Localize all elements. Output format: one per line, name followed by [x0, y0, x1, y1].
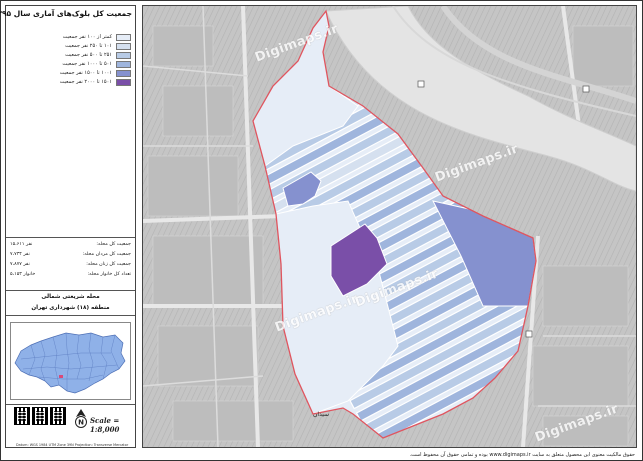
stat-label: جمعیت کل محله:: [96, 241, 131, 247]
legend-item: ۱۰۰۱ تا ۱۵۰۰ نفر جمعیت: [60, 69, 131, 77]
stat-label: تعداد کل خانوار محله:: [87, 271, 131, 277]
map-canvas: [143, 6, 636, 447]
qr-code: [14, 407, 30, 425]
stat-value: ۵،۱۵۳ خانوار: [10, 271, 36, 277]
legend-swatch: [116, 51, 131, 59]
divider: [6, 237, 135, 238]
scale-text: Scale = 1:8,000: [90, 416, 120, 434]
stat-value: ۷،۸۷۷ نفر: [10, 261, 30, 267]
qr-code: [50, 407, 66, 425]
legend-swatch: [116, 69, 131, 77]
legend-label: ۱۰۱ تا ۲۵۰ نفر جمعیت: [65, 43, 112, 49]
divider: [6, 290, 135, 291]
legend-swatch: [116, 78, 131, 86]
north-arrow-icon: N: [75, 409, 87, 428]
neighborhood-name: محله شریعتی شمالی: [41, 294, 100, 300]
legend-swatch: [116, 60, 131, 68]
stat-row: ۷،۸۷۷ نفر جمعیت کل زنان محله:: [10, 260, 131, 268]
legend-item: کمتر از ۱۰۰ نفر جمعیت: [63, 33, 131, 41]
legend-item: ۵۰۱ تا ۱۰۰۰ نفر جمعیت: [62, 60, 131, 68]
divider: [6, 404, 135, 405]
stat-row: ۵،۱۵۳ خانوار تعداد کل خانوار محله:: [10, 270, 131, 278]
locator-inset-map: [10, 322, 131, 400]
stat-label: جمعیت کل مردان محله:: [82, 251, 131, 257]
stat-value: ۷،۷۳۴ نفر: [10, 251, 30, 257]
locator-svg: [11, 323, 130, 399]
legend-title: جمعیت کل بلوک‌های آماری سال ۱۳۹۵: [0, 9, 132, 18]
map-view[interactable]: Digimaps.ir Digimaps.ir Digimaps.ir Digi…: [142, 5, 637, 448]
street-label: سیدان: [313, 411, 330, 418]
district-name: منطقه (۱۸) شهرداری تهران: [31, 305, 110, 311]
stat-value: ۱۵،۶۱۱ نفر: [10, 241, 33, 247]
legend-label: کمتر از ۱۰۰ نفر جمعیت: [62, 34, 112, 40]
copyright-footer: حقوق مالکیت معنوی این محصول متعلق به سای…: [409, 452, 635, 458]
qr-codes: [14, 407, 66, 429]
divider: [6, 315, 135, 316]
stat-row: ۱۵،۶۱۱ نفر جمعیت کل محله:: [10, 240, 131, 248]
projection-credit: Datum: WGS 1984 UTM Zone 39N Projection:…: [16, 443, 129, 447]
stat-row: ۷،۷۳۴ نفر جمعیت کل مردان محله:: [10, 250, 131, 258]
legend-label: ۵۰۱ تا ۱۰۰۰ نفر جمعیت: [62, 61, 112, 67]
qr-code: [32, 407, 48, 425]
stat-label: جمعیت کل زنان محله:: [86, 261, 131, 267]
legend-label: ۱۰۰۱ تا ۱۵۰۰ نفر جمعیت: [59, 70, 112, 76]
locator-marker: [59, 375, 63, 378]
legend-swatch: [116, 33, 131, 41]
legend-item: ۲۵۱ تا ۵۰۰ نفر جمعیت: [65, 51, 131, 59]
legend-label: ۱۵۰۱ تا ۲۰۰۰ نفر جمعیت: [59, 79, 112, 85]
legend-item: ۱۰۱ تا ۲۵۰ نفر جمعیت: [65, 42, 131, 50]
legend-swatch: [116, 42, 131, 50]
legend-item: ۱۵۰۱ تا ۲۰۰۰ نفر جمعیت: [60, 78, 131, 86]
legend-label: ۲۵۱ تا ۵۰۰ نفر جمعیت: [65, 52, 112, 58]
legend-panel: جمعیت کل بلوک‌های آماری سال ۱۳۹۵ کمتر از…: [0, 5, 136, 448]
north-label: N: [78, 419, 84, 427]
